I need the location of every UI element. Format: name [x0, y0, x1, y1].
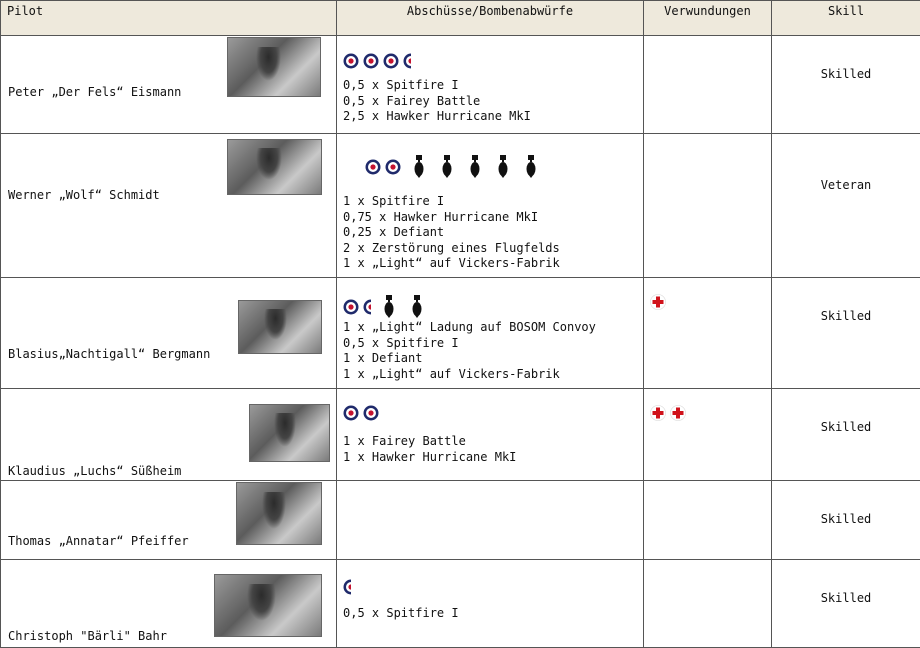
red-cross-icon	[670, 405, 686, 421]
kill-line: 1 x Defiant	[343, 351, 643, 367]
kill-line: 0,75 x Hawker Hurricane MkI	[343, 210, 643, 226]
wounds-cell	[644, 481, 772, 560]
skill-header: Skill	[772, 1, 920, 36]
kill-list: 1 x Fairey Battle1 x Hawker Hurricane Mk…	[343, 434, 643, 465]
pilot-row: Blasius„Nachtigall“ Bergmann 1 x „Light“…	[1, 278, 920, 389]
pilot-header: Pilot	[1, 1, 337, 36]
pilot-cell: Thomas „Annatar“ Pfeiffer	[1, 481, 337, 560]
pilot-row: Thomas „Annatar“ Pfeiffer Skilled	[1, 481, 920, 560]
skill-cell: Skilled	[772, 278, 920, 389]
pilot-cell: Blasius„Nachtigall“ Bergmann	[1, 278, 337, 389]
kill-line: 0,5 x Spitfire I	[343, 336, 643, 352]
raf-roundel-icon	[363, 405, 379, 421]
kill-icons	[343, 48, 643, 74]
kill-line: 0,5 x Spitfire I	[343, 78, 643, 94]
pilot-name: Thomas „Annatar“ Pfeiffer	[8, 534, 189, 548]
skill-cell: Skilled	[772, 389, 920, 481]
kills-cell: 1 x „Light“ Ladung auf BOSOM Convoy0,5 x…	[337, 278, 644, 389]
pilot-cell: Peter „Der Fels“ Eismann	[1, 36, 337, 134]
pilot-name: Werner „Wolf“ Schmidt	[8, 188, 160, 202]
raf-roundel-icon	[383, 53, 399, 69]
kills-cell: 1 x Fairey Battle1 x Hawker Hurricane Mk…	[337, 389, 644, 481]
kill-line: 0,5 x Fairey Battle	[343, 94, 643, 110]
wounds-cell	[644, 389, 772, 481]
kill-icons	[343, 154, 643, 180]
kill-line: 1 x Fairey Battle	[343, 434, 643, 450]
skill-cell: Skilled	[772, 36, 920, 134]
pilot-name: Klaudius „Luchs“ Süßheim	[8, 464, 181, 478]
pilot-roster-table: Pilot Abschüsse/Bombenabwürfe Verwundung…	[0, 0, 920, 648]
kill-line: 1 x „Light“ Ladung auf BOSOM Convoy	[343, 320, 643, 336]
pilot-photo	[238, 300, 322, 354]
raf-roundel-icon	[385, 159, 401, 175]
pilot-row: Christoph "Bärli" Bahr 0,5 x Spitfire I …	[1, 560, 920, 648]
bomb-icon	[414, 155, 424, 179]
kill-icons	[343, 574, 643, 600]
pilot-photo	[227, 37, 321, 97]
wounds-cell	[644, 36, 772, 134]
kill-line: 1 x „Light“ auf Vickers-Fabrik	[343, 256, 643, 272]
raf-roundel-icon	[343, 53, 359, 69]
wounds-cell	[644, 560, 772, 648]
kill-icons	[343, 294, 643, 320]
pilot-row: Klaudius „Luchs“ Süßheim 1 x Fairey Batt…	[1, 389, 920, 481]
raf-roundel-icon	[343, 579, 351, 595]
pilot-cell: Werner „Wolf“ Schmidt	[1, 134, 337, 278]
raf-roundel-icon	[363, 53, 379, 69]
pilot-row: Peter „Der Fels“ Eismann 0,5 x Spitfire …	[1, 36, 920, 134]
kills-cell: 0,5 x Spitfire I0,5 x Fairey Battle2,5 x…	[337, 36, 644, 134]
kill-line: 1 x Hawker Hurricane MkI	[343, 450, 643, 466]
pilot-photo	[214, 574, 322, 637]
kill-line: 1 x „Light“ auf Vickers-Fabrik	[343, 367, 643, 383]
bomb-icon	[498, 155, 508, 179]
bomb-icon	[412, 295, 422, 319]
kill-list: 0,5 x Spitfire I0,5 x Fairey Battle2,5 x…	[343, 78, 643, 125]
kill-icons	[343, 491, 643, 517]
raf-roundel-icon	[365, 159, 381, 175]
pilot-cell: Christoph "Bärli" Bahr	[1, 560, 337, 648]
skill-cell: Skilled	[772, 481, 920, 560]
pilot-photo	[227, 139, 322, 195]
kills-header: Abschüsse/Bombenabwürfe	[337, 1, 644, 36]
header-row: Pilot Abschüsse/Bombenabwürfe Verwundung…	[1, 1, 920, 36]
pilot-name: Peter „Der Fels“ Eismann	[8, 85, 181, 99]
kill-line: 2,5 x Hawker Hurricane MkI	[343, 109, 643, 125]
kill-line: 2 x Zerstörung eines Flugfelds	[343, 241, 643, 257]
kill-list: 1 x Spitfire I0,75 x Hawker Hurricane Mk…	[343, 194, 643, 272]
kill-list: 1 x „Light“ Ladung auf BOSOM Convoy0,5 x…	[343, 320, 643, 382]
raf-roundel-icon	[343, 299, 359, 315]
skill-cell: Skilled	[772, 560, 920, 648]
bomb-icon	[470, 155, 480, 179]
raf-roundel-icon	[363, 299, 371, 315]
pilot-photo	[249, 404, 330, 462]
wounds-cell	[644, 134, 772, 278]
raf-roundel-icon	[343, 405, 359, 421]
pilot-row: Werner „Wolf“ Schmidt 1 x Spitfire I0,75…	[1, 134, 920, 278]
bomb-icon	[442, 155, 452, 179]
wounds-header: Verwundungen	[644, 1, 772, 36]
pilot-name: Blasius„Nachtigall“ Bergmann	[8, 347, 210, 361]
red-cross-icon	[650, 294, 666, 310]
red-cross-icon	[650, 405, 666, 421]
kills-cell: 0,5 x Spitfire I	[337, 560, 644, 648]
kill-icons	[343, 400, 643, 426]
pilot-name: Christoph "Bärli" Bahr	[8, 629, 167, 643]
kills-cell	[337, 481, 644, 560]
raf-roundel-icon	[403, 53, 411, 69]
kills-cell: 1 x Spitfire I0,75 x Hawker Hurricane Mk…	[337, 134, 644, 278]
kill-line: 0,5 x Spitfire I	[343, 606, 643, 622]
bomb-icon	[526, 155, 536, 179]
bomb-icon	[384, 295, 394, 319]
wounds-cell	[644, 278, 772, 389]
kill-list: 0,5 x Spitfire I	[343, 606, 643, 622]
pilot-photo	[236, 482, 322, 545]
kill-line: 1 x Spitfire I	[343, 194, 643, 210]
pilot-cell: Klaudius „Luchs“ Süßheim	[1, 389, 337, 481]
kill-line: 0,25 x Defiant	[343, 225, 643, 241]
skill-cell: Veteran	[772, 134, 920, 278]
